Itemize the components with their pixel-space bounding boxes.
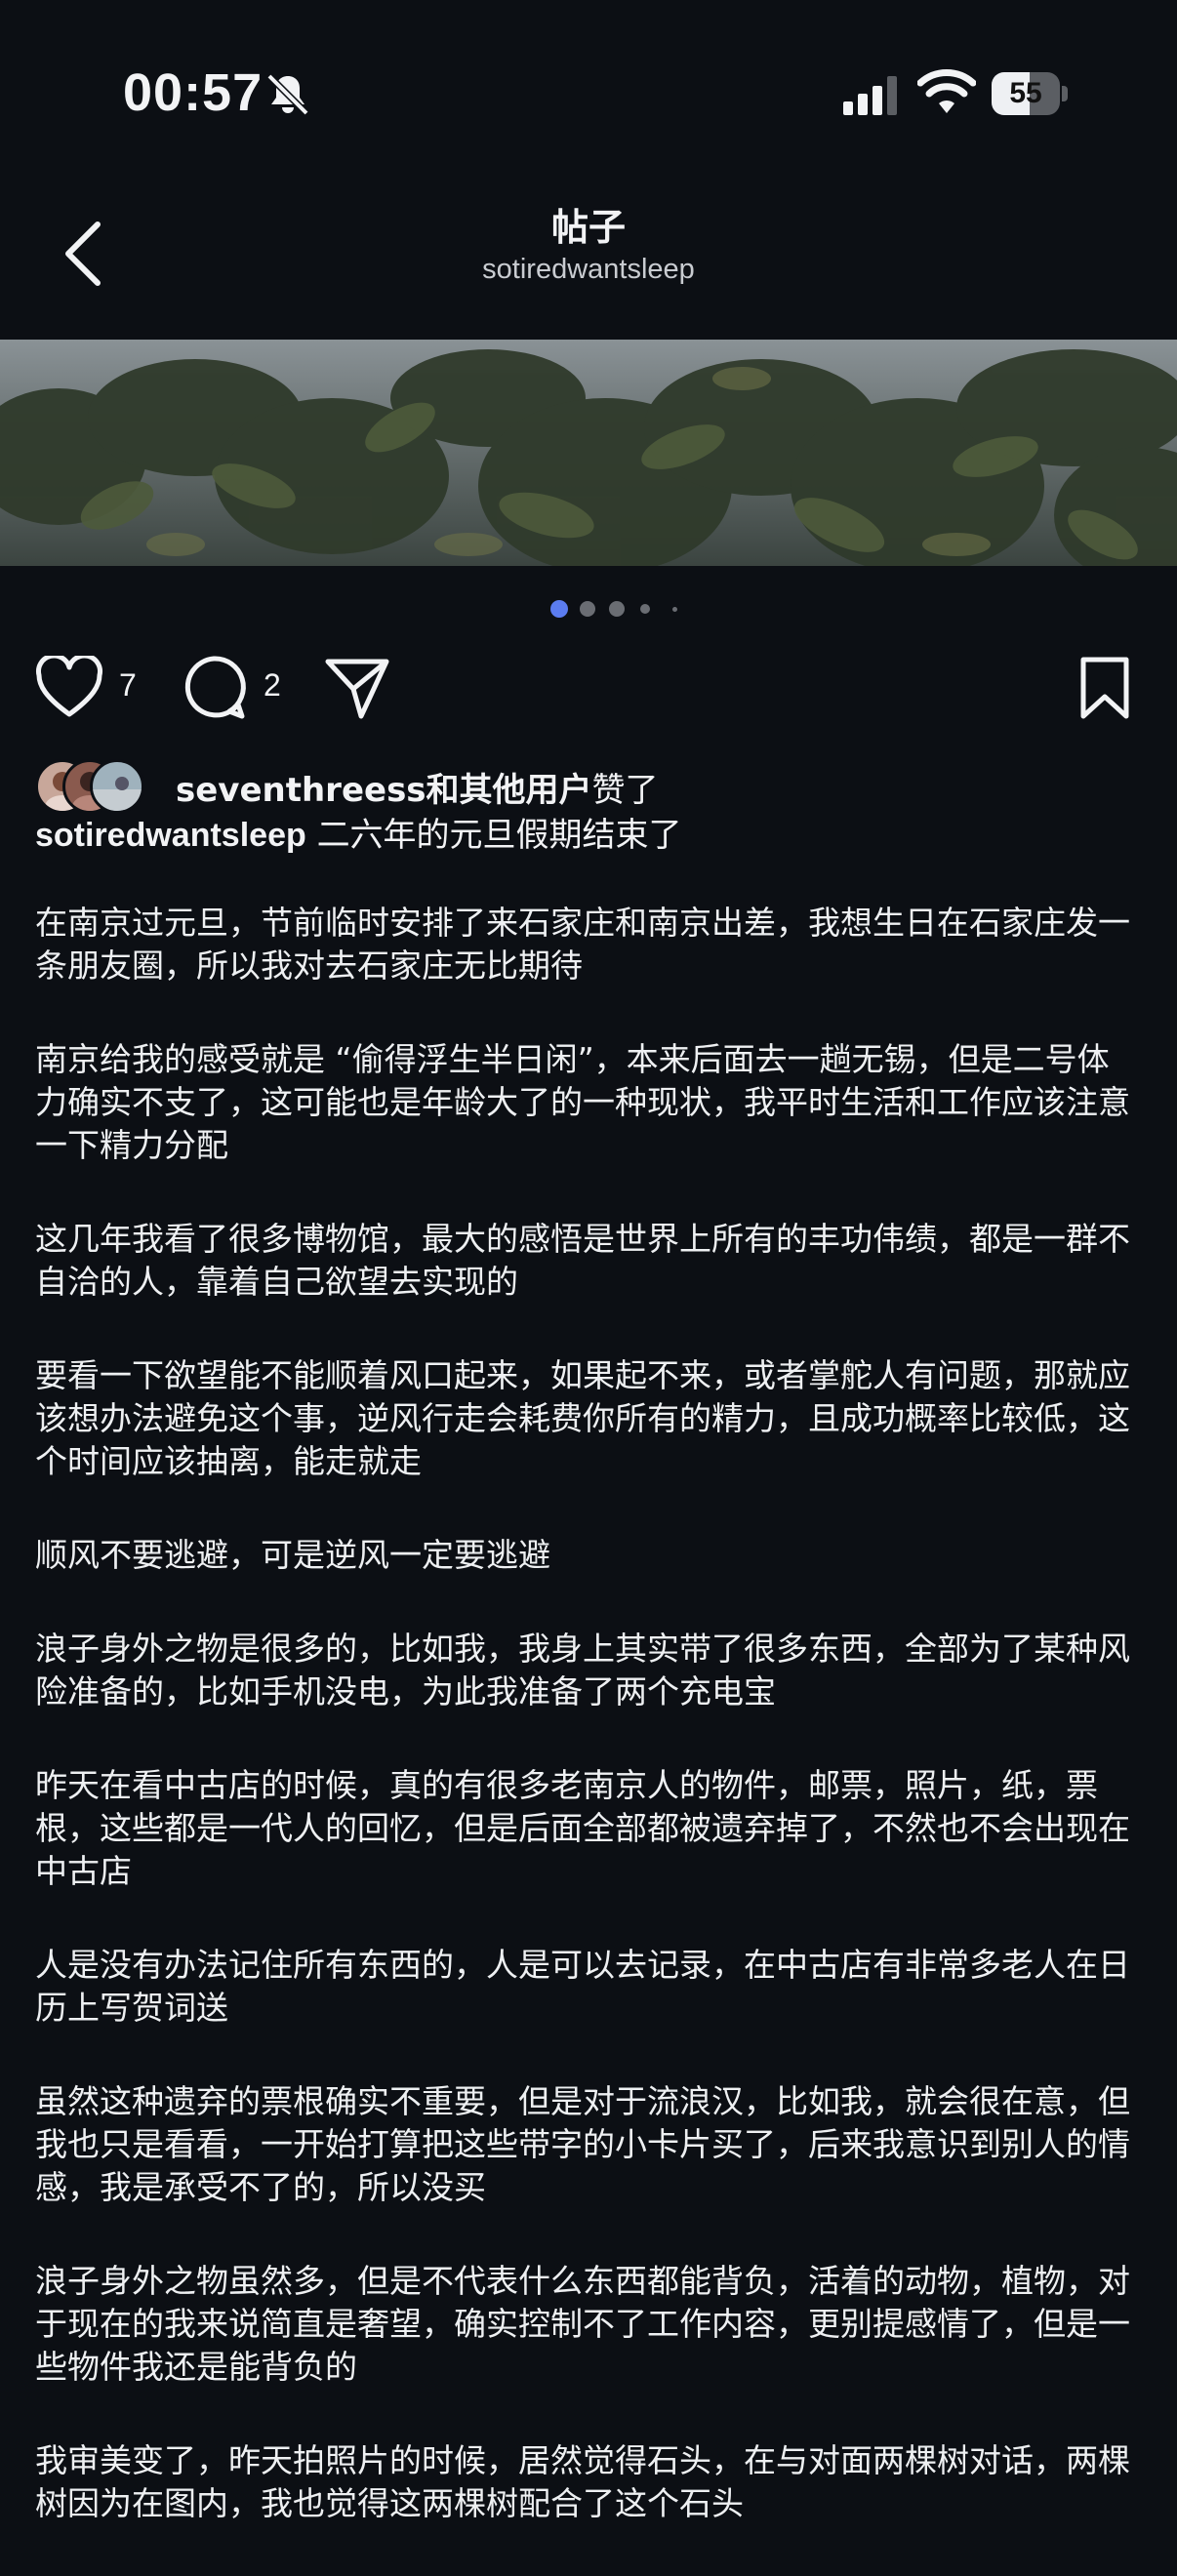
paragraph: 虽然这种遗弃的票根确实不重要，但是对于流浪汉，比如我，就会很在意，但我也只是看看…	[35, 2082, 1130, 2206]
foliage-photo	[0, 340, 1177, 566]
bell-slash-icon	[266, 73, 309, 116]
like-count[interactable]: 7	[119, 667, 137, 704]
share-send-icon[interactable]	[322, 654, 392, 722]
page-title: 帖子	[550, 206, 626, 249]
paragraph: 南京给我的感受就是 “偷得浮生半日闲”，本来后面去一趟无锡，但是二号体力确实不支…	[35, 1040, 1130, 1164]
likes-text[interactable]: seventhreess和其他用户赞了	[176, 763, 659, 811]
paragraph: 在南京过元旦，节前临时安排了来石家庄和南京出差，我想生日在石家庄发一条朋友圈，所…	[35, 904, 1130, 985]
paragraph: 昨天在看中古店的时候，真的有很多老南京人的物件，邮票，照片，纸，票根，这些都是一…	[35, 1766, 1130, 1890]
carousel-dots	[0, 597, 1177, 621]
post-body: 在南京过元旦，节前临时安排了来石家庄和南京出差，我想生日在石家庄发一条朋友圈，所…	[35, 902, 1136, 2576]
paragraph: 我审美变了，昨天拍照片的时候，居然觉得石头，在与对面两棵树对话，两棵树因为在图内…	[35, 2441, 1130, 2522]
action-bar: 7 2	[0, 644, 1177, 732]
paragraph: 人是没有办法记住所有东西的，人是可以去记录，在中古店有非常多老人在日历上写贺词送	[35, 1946, 1130, 2027]
carousel-dot-2	[580, 601, 595, 617]
paragraph: 浪子身外之物虽然多，但是不代表什么东西都能背负，活着的动物，植物，对于现在的我来…	[35, 2262, 1130, 2386]
wifi-icon	[917, 69, 976, 113]
carousel-dot-3	[609, 601, 625, 617]
cellular-signal-icon	[843, 76, 897, 115]
heart-icon[interactable]	[35, 656, 103, 720]
paragraph: 这几年我看了很多博物馆，最大的感悟是世界上所有的丰功伟绩，都是一群不自洽的人，靠…	[35, 1220, 1130, 1301]
post-photo[interactable]	[0, 340, 1177, 566]
paragraph: 要看一下欲望能不能顺着风口起来，如果起不来，或者掌舵人有问题，那就应该想办法避免…	[35, 1356, 1130, 1480]
paragraph: 浪子身外之物是很多的，比如我，我身上其实带了很多东西，全部为了某种风险准备的，比…	[35, 1630, 1130, 1711]
status-time: 00:57	[123, 63, 264, 122]
carousel-dot-4	[640, 604, 650, 614]
paragraph: 顺风不要逃避，可是逆风一定要逃避	[35, 1536, 550, 1574]
status-bar: 00:57 55	[0, 0, 1177, 195]
carousel-dot-1	[550, 600, 568, 618]
comment-count[interactable]: 2	[264, 667, 281, 704]
battery-percent: 55	[1009, 77, 1042, 109]
caption-username[interactable]: sotiredwantsleep	[35, 817, 306, 854]
likes-others[interactable]: 和其他用户	[426, 771, 592, 810]
liker-username[interactable]: seventhreess	[176, 771, 426, 810]
avatar[interactable]	[90, 759, 144, 814]
comment-bubble-icon[interactable]	[180, 654, 248, 722]
carousel-dot-5	[672, 607, 677, 612]
bookmark-icon[interactable]	[1077, 654, 1132, 722]
likes-verb: 赞了	[591, 771, 659, 810]
battery-indicator: 55	[992, 72, 1070, 115]
likes-summary[interactable]: seventhreess和其他用户赞了	[35, 755, 1138, 814]
post-header: 帖子 sotiredwantsleep	[0, 176, 1177, 342]
post-caption: sotiredwantsleep 二六年的元旦假期结束了	[35, 814, 1138, 857]
caption-text: 二六年的元旦假期结束了	[316, 816, 682, 855]
page-subtitle-username[interactable]: sotiredwantsleep	[0, 254, 1177, 286]
